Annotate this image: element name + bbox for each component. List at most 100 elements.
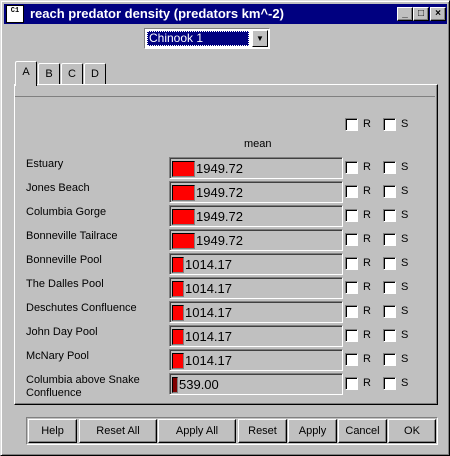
r-label: R <box>363 257 371 269</box>
s-all-checkbox[interactable] <box>383 118 396 131</box>
s-checkbox[interactable] <box>383 185 396 198</box>
mean-value-field[interactable]: 1949.72 <box>169 229 343 251</box>
r-checkbox[interactable] <box>345 281 358 294</box>
value-bar <box>172 161 195 177</box>
mean-value-field[interactable]: 1949.72 <box>169 157 343 179</box>
r-label: R <box>363 161 371 173</box>
row-label: John Day Pool <box>26 326 98 338</box>
app-icon[interactable]: C1 <box>6 5 24 23</box>
r-all-checkbox[interactable] <box>345 118 358 131</box>
value-bar <box>172 209 195 225</box>
mean-value: 1014.17 <box>185 257 232 272</box>
r-checkbox[interactable] <box>345 209 358 222</box>
s-label: S <box>401 353 409 365</box>
mean-value-field[interactable]: 1014.17 <box>169 253 343 275</box>
apply-button[interactable]: Apply <box>288 419 337 443</box>
row-label: Deschutes Confluence <box>26 302 137 314</box>
s-checkbox[interactable] <box>383 233 396 246</box>
s-all-label: S <box>401 118 409 130</box>
divider <box>15 96 435 97</box>
r-checkbox[interactable] <box>345 233 358 246</box>
row-label: Columbia above Snake Confluence <box>26 374 140 396</box>
value-bar <box>172 377 178 393</box>
r-checkbox[interactable] <box>345 353 358 366</box>
r-checkbox[interactable] <box>345 161 358 174</box>
mean-value-field[interactable]: 539.00 <box>169 373 343 395</box>
help-button[interactable]: Help <box>28 419 77 443</box>
dialog-window: C1 reach predator density (predators km^… <box>0 0 450 456</box>
value-bar <box>172 305 184 321</box>
value-bar <box>172 329 184 345</box>
value-bar <box>172 233 195 249</box>
r-all-label: R <box>363 118 371 130</box>
tab-a[interactable]: A <box>15 61 37 86</box>
row-label: The Dalles Pool <box>26 278 104 290</box>
r-checkbox[interactable] <box>345 305 358 318</box>
s-checkbox[interactable] <box>383 353 396 366</box>
reset-button[interactable]: Reset <box>238 419 287 443</box>
row-label: Jones Beach <box>26 182 90 194</box>
s-label: S <box>401 377 409 389</box>
value-bar <box>172 353 184 369</box>
value-bar <box>172 257 184 273</box>
row-label: Bonneville Tailrace <box>26 230 118 242</box>
mean-value-field[interactable]: 1949.72 <box>169 181 343 203</box>
mean-value: 1014.17 <box>185 353 232 368</box>
r-label: R <box>363 209 371 221</box>
mean-value-field[interactable]: 1014.17 <box>169 349 343 371</box>
s-checkbox[interactable] <box>383 305 396 318</box>
r-label: R <box>363 305 371 317</box>
mean-value: 1949.72 <box>196 209 243 224</box>
r-checkbox[interactable] <box>345 377 358 390</box>
mean-value-field[interactable]: 1014.17 <box>169 301 343 323</box>
title-bar[interactable]: C1 reach predator density (predators km^… <box>4 4 447 24</box>
s-checkbox[interactable] <box>383 377 396 390</box>
reset-all-button[interactable]: Reset All <box>79 419 157 443</box>
s-label: S <box>401 233 409 245</box>
s-checkbox[interactable] <box>383 329 396 342</box>
s-checkbox[interactable] <box>383 209 396 222</box>
tab-c[interactable]: C <box>61 63 83 85</box>
value-bar <box>172 185 195 201</box>
s-label: S <box>401 305 409 317</box>
maximize-icon[interactable]: □ <box>413 7 429 21</box>
r-label: R <box>363 233 371 245</box>
mean-value: 1014.17 <box>185 305 232 320</box>
s-checkbox[interactable] <box>383 281 396 294</box>
tab-d[interactable]: D <box>84 63 106 85</box>
value-bar <box>172 281 184 297</box>
s-label: S <box>401 161 409 173</box>
minimize-icon[interactable]: _ <box>397 7 413 21</box>
cancel-button[interactable]: Cancel <box>338 419 387 443</box>
s-label: S <box>401 329 409 341</box>
window-title: reach predator density (predators km^-2) <box>30 6 284 21</box>
r-checkbox[interactable] <box>345 185 358 198</box>
s-checkbox[interactable] <box>383 257 396 270</box>
s-label: S <box>401 281 409 293</box>
mean-value-field[interactable]: 1014.17 <box>169 277 343 299</box>
r-checkbox[interactable] <box>345 257 358 270</box>
mean-value: 1949.72 <box>196 185 243 200</box>
chevron-down-icon[interactable]: ▼ <box>252 30 268 47</box>
mean-value-field[interactable]: 1949.72 <box>169 205 343 227</box>
r-label: R <box>363 353 371 365</box>
species-select[interactable]: Chinook 1 ▼ <box>144 28 270 49</box>
mean-value-field[interactable]: 1014.17 <box>169 325 343 347</box>
column-header-mean: mean <box>244 138 272 150</box>
r-label: R <box>363 185 371 197</box>
apply-all-button[interactable]: Apply All <box>158 419 236 443</box>
s-checkbox[interactable] <box>383 161 396 174</box>
r-checkbox[interactable] <box>345 329 358 342</box>
close-icon[interactable]: × <box>430 7 446 21</box>
ok-button[interactable]: OK <box>388 419 436 443</box>
row-label: Columbia Gorge <box>26 206 107 218</box>
r-label: R <box>363 329 371 341</box>
mean-value: 539.00 <box>179 377 219 392</box>
row-label: Bonneville Pool <box>26 254 102 266</box>
species-select-value[interactable]: Chinook 1 <box>147 31 249 46</box>
r-label: R <box>363 377 371 389</box>
mean-value: 1014.17 <box>185 329 232 344</box>
tab-b[interactable]: B <box>38 63 60 85</box>
mean-value: 1949.72 <box>196 233 243 248</box>
s-label: S <box>401 257 409 269</box>
